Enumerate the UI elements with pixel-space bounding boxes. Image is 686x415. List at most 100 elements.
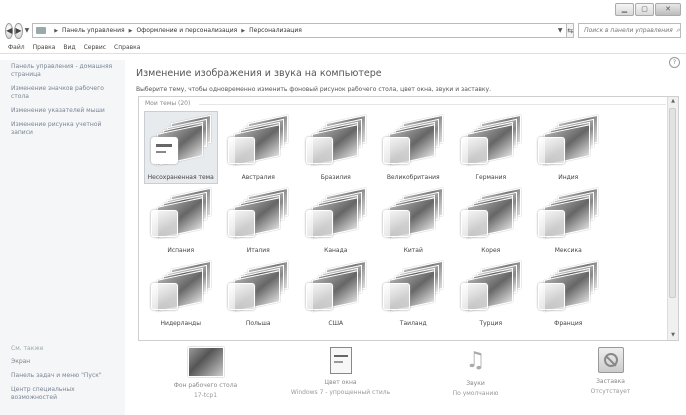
menu-edit[interactable]: Правка [33, 44, 56, 51]
theme-item[interactable]: Германия [452, 111, 530, 184]
theme-preview [149, 113, 213, 166]
link-ease-of-access[interactable]: Центр специальных возможностей [11, 386, 121, 402]
theme-item[interactable]: Нидерланды [142, 257, 220, 330]
theme-preview [304, 113, 368, 166]
menu-view[interactable]: Вид [63, 44, 75, 51]
themes-list[interactable]: Мои темы (20) Несохраненная тема Австрали… [138, 96, 679, 341]
refresh-icon[interactable]: ⇆ [567, 23, 575, 38]
setting-label[interactable]: Фон рабочего стола [174, 382, 237, 389]
menu-file[interactable]: Файл [8, 44, 25, 51]
scrollbar-thumb[interactable] [669, 108, 676, 298]
caption-buttons: ▁ ▢ ✕ [615, 3, 681, 16]
forward-button[interactable]: ▶ [14, 22, 23, 39]
breadcrumb-personalization[interactable]: Персонализация [249, 27, 302, 34]
theme-item[interactable]: Испания [142, 184, 220, 257]
sounds-icon: ♫ [465, 348, 486, 373]
recent-pages-dropdown-icon[interactable]: ▼ [25, 27, 30, 34]
theme-item[interactable]: Мексика [530, 184, 608, 257]
theme-label: Польша [245, 320, 271, 327]
desktop-background-setting[interactable]: Фон рабочего стола 17-tcp1 [138, 347, 273, 399]
theme-preview [226, 113, 290, 166]
theme-preview [381, 259, 445, 312]
theme-item[interactable]: Китай [375, 184, 453, 257]
search-box[interactable]: ⌕ [578, 23, 681, 38]
theme-item[interactable]: Бразилия [297, 111, 375, 184]
link-display[interactable]: Экран [11, 358, 121, 366]
link-account-picture[interactable]: Изменение рисунка учетной записи [11, 121, 121, 137]
menu-tools[interactable]: Сервис [84, 44, 106, 51]
window-color-setting[interactable]: Цвет окна Windows 7 - упрощенный стиль [273, 347, 408, 396]
theme-preview [459, 259, 523, 312]
window-color-swatch [228, 210, 256, 237]
screensaver-setting[interactable]: Заставка Отсутствует [543, 347, 678, 395]
breadcrumb-control-panel[interactable]: Панель управления [62, 27, 125, 34]
setting-label[interactable]: Заставка [596, 378, 625, 385]
sounds-setting[interactable]: ♫ Звуки По умолчанию [408, 347, 543, 397]
theme-label: Несохраненная тема [147, 174, 214, 181]
theme-item[interactable]: Канада [297, 184, 375, 257]
breadcrumb-separator-icon[interactable]: ▶ [241, 28, 245, 34]
scroll-down-icon[interactable]: ▼ [668, 331, 678, 340]
window-color-swatch [228, 137, 256, 164]
menu-help[interactable]: Справка [114, 44, 140, 51]
theme-label: Нидерланды [160, 320, 201, 327]
breadcrumb-appearance[interactable]: Оформление и персонализация [136, 27, 237, 34]
setting-label[interactable]: Звуки [466, 380, 484, 387]
theme-item[interactable]: Австралия [220, 111, 298, 184]
window-color-swatch [228, 283, 256, 310]
window-color-swatch [305, 210, 333, 237]
theme-preview [536, 186, 600, 239]
group-divider [199, 104, 666, 105]
link-control-panel-home[interactable]: Панель управления - домашняя страница [11, 63, 121, 79]
breadcrumb-separator-icon[interactable]: ▶ [54, 28, 58, 34]
theme-item[interactable]: Италия [220, 184, 298, 257]
address-dropdown-icon[interactable]: ▼ [554, 27, 566, 34]
search-icon[interactable]: ⌕ [676, 26, 680, 35]
link-mouse-pointers[interactable]: Изменение указателей мыши [11, 107, 121, 115]
theme-preview [381, 113, 445, 166]
vertical-scrollbar[interactable]: ▲ ▼ [667, 97, 678, 340]
address-bar[interactable]: ▶ Панель управления ▶ Оформление и персо… [32, 23, 568, 38]
setting-value: Windows 7 - упрощенный стиль [290, 389, 391, 396]
window-color-swatch [150, 137, 178, 164]
theme-label: Германия [475, 174, 507, 181]
theme-label: Таиланд [399, 320, 427, 327]
maximize-button[interactable]: ▢ [635, 3, 654, 16]
group-header: Мои темы (20) [145, 100, 191, 107]
theme-preview [381, 186, 445, 239]
window-color-swatch [383, 210, 411, 237]
theme-label: США [328, 320, 344, 327]
theme-label: Великобритания [386, 174, 440, 181]
help-icon[interactable]: ? [669, 57, 680, 68]
setting-label[interactable]: Цвет окна [324, 379, 356, 386]
link-desktop-icons[interactable]: Изменение значков рабочего стола [11, 85, 121, 101]
theme-preview [459, 186, 523, 239]
link-taskbar[interactable]: Панель задач и меню "Пуск" [11, 372, 121, 380]
theme-item[interactable]: Корея [452, 184, 530, 257]
theme-preview [536, 259, 600, 312]
theme-label: Китай [403, 247, 423, 254]
theme-item[interactable]: Франция [530, 257, 608, 330]
theme-item[interactable]: Великобритания [375, 111, 453, 184]
theme-item[interactable]: Несохраненная тема [142, 111, 220, 184]
breadcrumb-separator-icon[interactable]: ▶ [129, 28, 133, 34]
theme-item[interactable]: США [297, 257, 375, 330]
theme-label: Бразилия [320, 174, 351, 181]
search-input[interactable] [584, 27, 677, 34]
theme-item[interactable]: Таиланд [375, 257, 453, 330]
minimize-button[interactable]: ▁ [615, 3, 634, 16]
theme-label: Индия [558, 174, 579, 181]
window-color-swatch [383, 137, 411, 164]
setting-value: По умолчанию [452, 390, 499, 397]
back-button[interactable]: ◀ [5, 22, 14, 39]
no-symbol [603, 353, 618, 367]
window-color-swatch [538, 210, 566, 237]
close-button[interactable]: ✕ [655, 3, 681, 16]
theme-item[interactable]: Польша [220, 257, 298, 330]
icon-bar [333, 361, 343, 363]
window-color-swatch [305, 283, 333, 310]
scroll-up-icon[interactable]: ▲ [668, 97, 678, 106]
theme-item[interactable]: Турция [452, 257, 530, 330]
desktop-background-icon [187, 347, 224, 377]
theme-item[interactable]: Индия [530, 111, 608, 184]
